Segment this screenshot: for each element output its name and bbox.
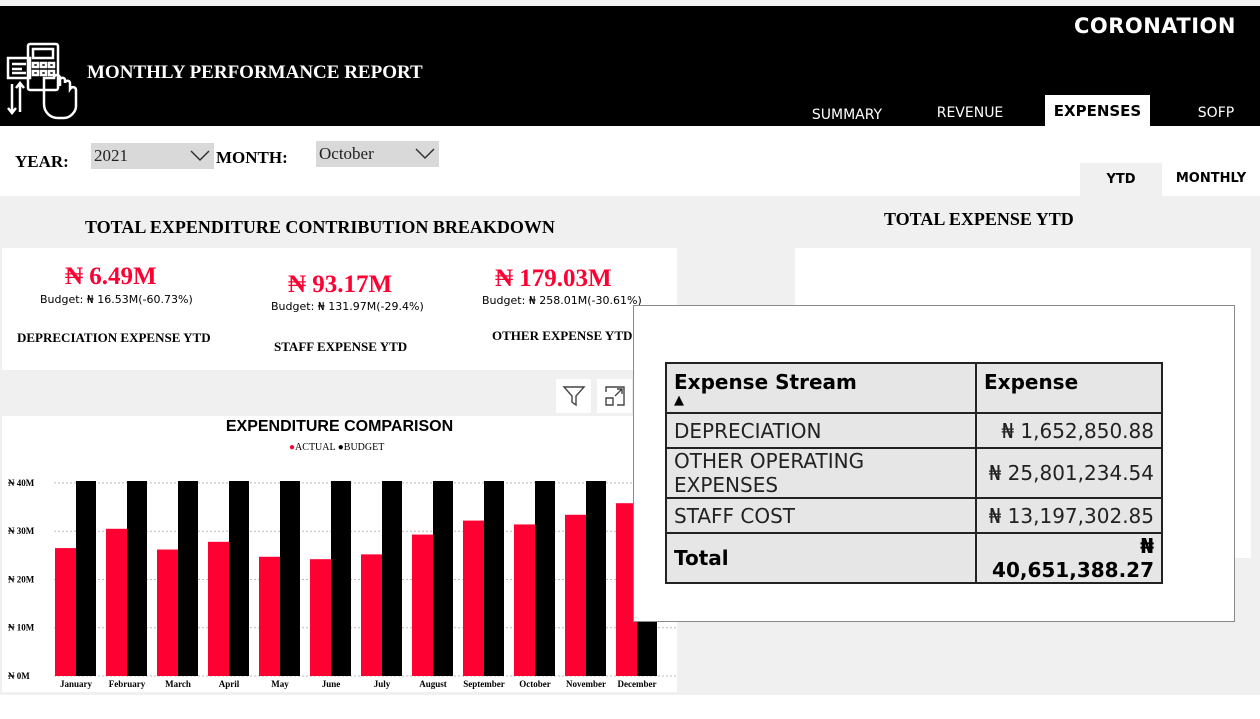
- bar-budget[interactable]: [331, 481, 351, 676]
- tab-expenses[interactable]: EXPENSES: [1045, 95, 1150, 126]
- other-kpi-label: OTHER EXPENSE YTD: [492, 328, 633, 343]
- table-cell: DEPRECIATION: [665, 412, 977, 449]
- y-tick-label: ₦ 10M: [8, 623, 35, 633]
- year-dropdown[interactable]: 2021: [91, 143, 214, 169]
- y-tick-label: ₦ 40M: [8, 478, 35, 488]
- bar-actual[interactable]: [361, 554, 382, 676]
- bar-budget[interactable]: [433, 481, 453, 676]
- bar-actual[interactable]: [463, 520, 484, 676]
- total-label: Total: [665, 532, 977, 584]
- bar-actual[interactable]: [259, 556, 280, 676]
- table-cell: OTHER OPERATING EXPENSES: [665, 447, 977, 499]
- bar-budget[interactable]: [280, 481, 300, 676]
- table-row: STAFF COST ₦ 13,197,302.85: [665, 497, 1163, 534]
- chevron-down-icon: [190, 150, 210, 162]
- bar-budget[interactable]: [76, 481, 96, 676]
- focus-mode-button[interactable]: [597, 379, 632, 413]
- total-value: ₦ 40,651,388.27: [975, 532, 1163, 584]
- bar-budget[interactable]: [586, 481, 606, 676]
- bar-actual[interactable]: [157, 549, 178, 676]
- bar-actual[interactable]: [565, 514, 586, 676]
- x-tick-label: April: [219, 679, 240, 689]
- header-expense-stream[interactable]: Expense Stream ▲: [665, 362, 977, 414]
- y-tick-label: ₦ 30M: [8, 526, 35, 536]
- x-tick-label: December: [618, 679, 657, 689]
- bar-budget[interactable]: [535, 481, 555, 676]
- tab-sofp[interactable]: SOFP: [1178, 98, 1254, 128]
- month-dropdown[interactable]: October: [316, 141, 439, 167]
- bar-actual[interactable]: [106, 528, 127, 676]
- bar-actual[interactable]: [514, 524, 535, 676]
- x-tick-label: July: [374, 679, 391, 689]
- expense-table-popup: Expense Stream ▲ Expense DEPRECIATION ₦ …: [633, 305, 1235, 622]
- expense-table: Expense Stream ▲ Expense DEPRECIATION ₦ …: [665, 362, 1163, 584]
- table-header-row: Expense Stream ▲ Expense: [665, 362, 1163, 414]
- month-label: MONTH:: [216, 148, 288, 167]
- chart-title: EXPENDITURE COMPARISON: [225, 418, 454, 435]
- bar-budget[interactable]: [229, 481, 249, 676]
- table-row: OTHER OPERATING EXPENSES ₦ 25,801,234.54: [665, 447, 1163, 499]
- breakdown-title: TOTAL EXPENDITURE CONTRIBUTION BREAKDOWN: [85, 217, 555, 237]
- bar-actual[interactable]: [412, 534, 433, 676]
- year-value: 2021: [94, 146, 128, 165]
- bar-budget[interactable]: [178, 481, 198, 676]
- x-tick-label: February: [109, 679, 146, 689]
- other-kpi-budget: Budget: ₦ 258.01M(-30.61%): [482, 294, 642, 307]
- expenditure-chart: EXPENDITURE COMPARISON ●ACTUAL ●BUDGET ₦…: [2, 416, 677, 692]
- bar-actual[interactable]: [208, 541, 229, 676]
- chart-legend: ●ACTUAL ●BUDGET: [289, 442, 384, 453]
- table-cell: ₦ 25,801,234.54: [975, 447, 1163, 499]
- depreciation-kpi-value: ₦ 6.49M: [65, 263, 157, 290]
- bottom-strip: [0, 695, 1260, 719]
- depreciation-kpi-budget: Budget: ₦ 16.53M(-60.73%): [40, 293, 193, 306]
- bar-actual[interactable]: [55, 548, 76, 676]
- table-row: DEPRECIATION ₦ 1,652,850.88: [665, 412, 1163, 449]
- x-tick-label: March: [165, 679, 191, 689]
- filter-icon: [561, 386, 586, 407]
- header-expense[interactable]: Expense: [975, 362, 1163, 414]
- staff-kpi-label: STAFF EXPENSE YTD: [274, 339, 408, 354]
- monthly-toggle-button[interactable]: MONTHLY: [1162, 160, 1260, 196]
- bar-budget[interactable]: [484, 481, 504, 676]
- x-tick-label: January: [60, 679, 93, 689]
- sort-ascending-icon: ▲: [674, 393, 684, 408]
- ytd-toggle-button[interactable]: YTD: [1080, 163, 1162, 196]
- year-label: YEAR:: [15, 152, 69, 171]
- total-expense-title: TOTAL EXPENSE YTD: [884, 209, 1074, 229]
- x-tick-label: November: [566, 679, 606, 689]
- report-title: MONTHLY PERFORMANCE REPORT: [87, 62, 423, 83]
- depreciation-kpi-label: DEPRECIATION EXPENSE YTD: [17, 330, 211, 345]
- filter-button[interactable]: [556, 379, 591, 413]
- table-cell: ₦ 1,652,850.88: [975, 412, 1163, 449]
- table-cell: STAFF COST: [665, 497, 977, 534]
- x-tick-label: August: [419, 679, 447, 689]
- bar-budget[interactable]: [127, 481, 147, 676]
- focus-mode-icon: [604, 386, 625, 406]
- chevron-down-icon: [415, 148, 435, 160]
- x-tick-label: May: [271, 679, 289, 689]
- staff-kpi-value: ₦ 93.17M: [288, 271, 393, 298]
- table-total-row: Total ₦ 40,651,388.27: [665, 532, 1163, 584]
- tab-revenue[interactable]: REVENUE: [925, 98, 1015, 128]
- y-tick-label: ₦ 20M: [8, 574, 35, 584]
- bar-actual[interactable]: [310, 559, 331, 676]
- chart-plot: ₦ 0M ₦ 10M ₦ 20M ₦ 30M ₦ 40M January February M…: [8, 478, 677, 689]
- x-tick-label: June: [322, 679, 341, 689]
- legend-actual-label: ACTUAL: [295, 442, 336, 453]
- x-tick-label: September: [463, 679, 505, 689]
- y-tick-label: ₦ 0M: [8, 671, 30, 681]
- staff-kpi-budget: Budget: ₦ 131.97M(-29.4%): [271, 300, 424, 313]
- other-kpi-value: ₦ 179.03M: [495, 265, 612, 292]
- month-value: October: [319, 144, 374, 163]
- legend-budget-label: BUDGET: [343, 442, 385, 453]
- header-expense-stream-label: Expense Stream: [674, 370, 857, 394]
- bar-budget[interactable]: [382, 481, 402, 676]
- x-tick-label: October: [519, 679, 551, 689]
- table-cell: ₦ 13,197,302.85: [975, 497, 1163, 534]
- brand-logo: CORONATION: [1073, 14, 1236, 38]
- calculator-hand-icon: [6, 42, 78, 120]
